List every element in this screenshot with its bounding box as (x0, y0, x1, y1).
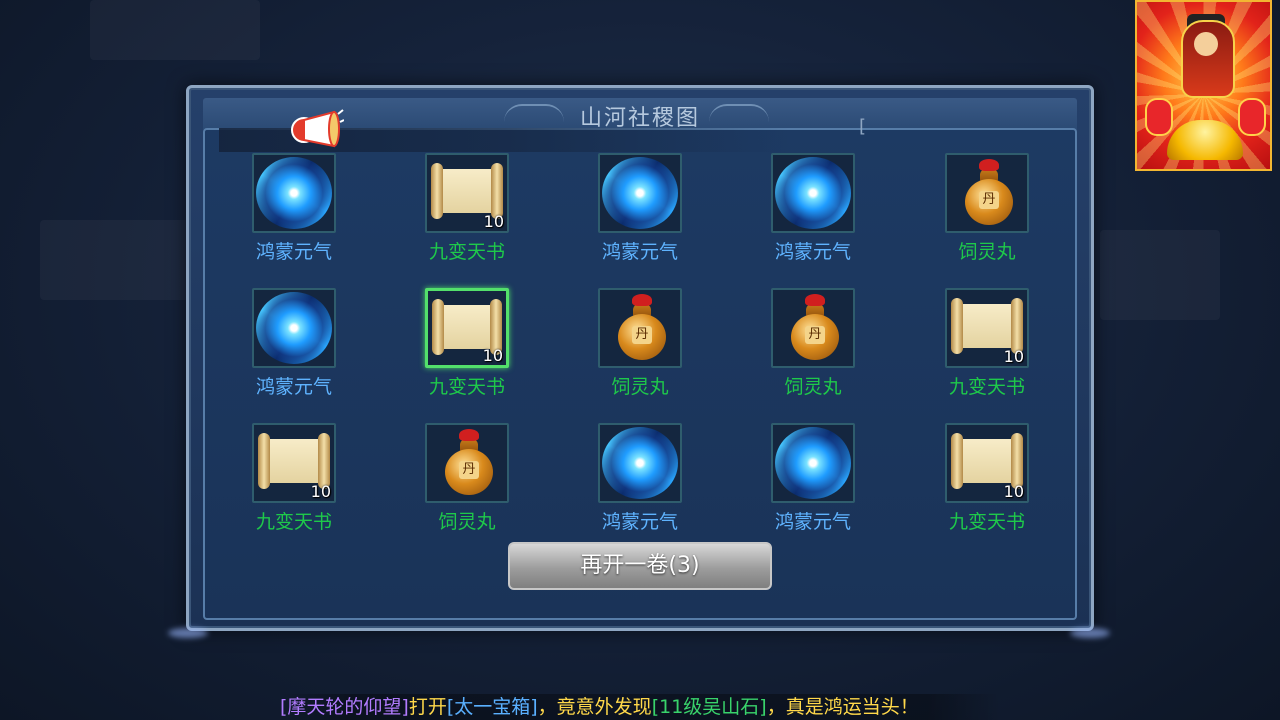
elixir-mark: 丹 (979, 191, 999, 209)
reward-item-name: 饲灵丸 (784, 376, 842, 398)
item-count: 10 (483, 212, 504, 231)
elixir-mark: 丹 (459, 461, 479, 479)
reward-item-slot[interactable]: 丹 (598, 288, 682, 368)
reward-item-name: 鸿蒙元气 (601, 511, 678, 533)
panel-corner-glow-left (168, 628, 208, 638)
primordial-energy-icon (602, 427, 678, 499)
reward-item-slot[interactable]: 10 (945, 423, 1029, 503)
reward-item-name: 鸿蒙元气 (774, 241, 851, 263)
reward-item-slot[interactable] (252, 288, 336, 368)
primordial-energy-icon (256, 157, 332, 229)
reward-item-name: 饲灵丸 (438, 511, 496, 533)
reward-item-slot[interactable]: 10 (945, 288, 1029, 368)
reward-item-slot[interactable] (252, 153, 336, 233)
reward-item-slot[interactable]: 10 (425, 288, 509, 368)
background-panel-hint (90, 0, 260, 60)
fortune-god-image[interactable] (1135, 0, 1272, 171)
reward-item-name: 九变天书 (948, 511, 1025, 533)
elixir-gourd-icon: 丹 (602, 292, 678, 364)
item-count: 10 (1003, 482, 1024, 501)
announcement-bracket: [ (859, 116, 867, 137)
reward-item-slot[interactable] (598, 153, 682, 233)
background-panel-hint (1100, 230, 1220, 320)
reward-item-name: 九变天书 (948, 376, 1025, 398)
primordial-energy-icon (775, 157, 851, 229)
reward-item-name: 九变天书 (255, 511, 332, 533)
fortune-child-right (1238, 98, 1266, 136)
reward-item-name: 鸿蒙元气 (255, 241, 332, 263)
megaphone-icon[interactable] (290, 108, 344, 148)
reward-item-name: 饲灵丸 (611, 376, 669, 398)
reward-item-name: 鸿蒙元气 (774, 511, 851, 533)
ticker-player-link[interactable]: [摩天轮的仰望] (280, 696, 409, 718)
item-count: 10 (1003, 347, 1024, 366)
primordial-energy-icon (602, 157, 678, 229)
reward-item-slot[interactable]: 丹 (945, 153, 1029, 233)
elixir-mark: 丹 (632, 326, 652, 344)
ticker-middle: ，竟意外发现 (537, 696, 652, 718)
ticker-reward-link[interactable]: [11级吴山石] (652, 696, 767, 718)
primordial-energy-icon (775, 427, 851, 499)
panel-corner-glow-right (1070, 628, 1110, 638)
reward-item-slot[interactable] (771, 423, 855, 503)
reward-item-slot[interactable]: 10 (252, 423, 336, 503)
ticker-chest-link[interactable]: [太一宝箱] (447, 696, 538, 718)
item-count: 10 (482, 346, 503, 365)
fortune-god-face (1194, 32, 1218, 56)
reopen-scroll-button[interactable]: 再开一卷(3) (508, 542, 772, 590)
reward-item-slot[interactable]: 10 (425, 153, 509, 233)
ticker-ending: ，真是鸿运当头！ (766, 696, 919, 718)
system-ticker: [摩天轮的仰望]打开[太一宝箱]，竟意外发现[11级吴山石]，真是鸿运当头！ (280, 694, 1000, 720)
reward-item-name: 九变天书 (428, 241, 505, 263)
reward-item-name: 鸿蒙元气 (255, 376, 332, 398)
reward-item-name: 鸿蒙元气 (601, 241, 678, 263)
reward-item-slot[interactable] (771, 153, 855, 233)
background-panel-hint (40, 220, 190, 300)
elixir-mark: 丹 (805, 326, 825, 344)
reward-item-name: 饲灵丸 (958, 241, 1016, 263)
item-count: 10 (310, 482, 331, 501)
reward-item-slot[interactable] (598, 423, 682, 503)
primordial-energy-icon (256, 292, 332, 364)
reward-item-slot[interactable]: 丹 (771, 288, 855, 368)
fortune-child-left (1145, 98, 1173, 136)
elixir-gourd-icon: 丹 (949, 157, 1025, 229)
reward-item-name: 九变天书 (428, 376, 505, 398)
elixir-gourd-icon: 丹 (775, 292, 851, 364)
ticker-action: 打开 (408, 696, 447, 718)
elixir-gourd-icon: 丹 (429, 427, 505, 499)
reward-item-slot[interactable]: 丹 (425, 423, 509, 503)
